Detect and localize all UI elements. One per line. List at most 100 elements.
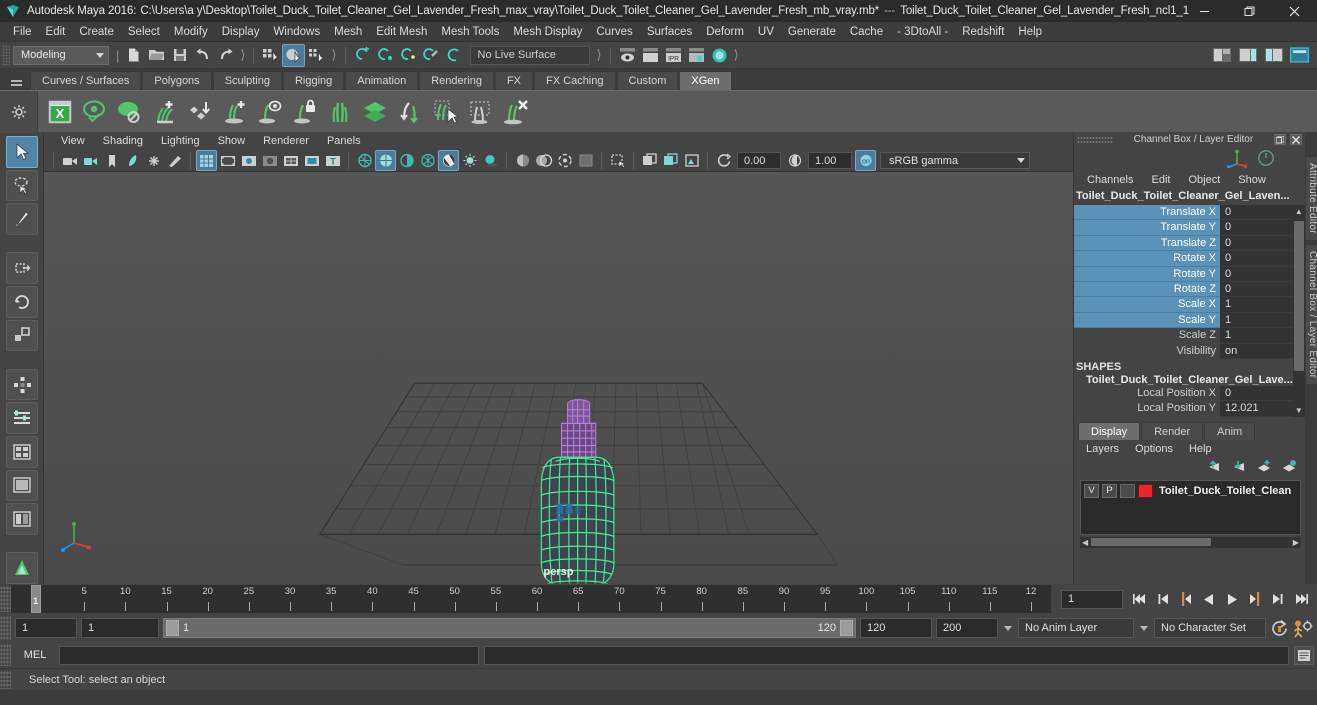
layer-list-horizontal-scrollbar[interactable]: ◀ ▶ [1080, 536, 1301, 548]
texture-icon[interactable] [513, 151, 532, 170]
resolution-gate-icon[interactable] [239, 151, 258, 170]
menu-mesh[interactable]: Mesh [327, 22, 369, 42]
last-tool[interactable] [5, 368, 38, 401]
channel-value[interactable]: 1 [1220, 328, 1293, 344]
tab-anim[interactable]: Anim [1204, 421, 1256, 440]
anim-layer-selector[interactable]: No Anim Layer [1018, 618, 1134, 638]
shadows-icon[interactable] [481, 151, 500, 170]
show-hide-channel-box-icon[interactable] [1289, 44, 1310, 65]
lasso-select-tool[interactable] [5, 169, 38, 202]
viewport-menu-shading[interactable]: Shading [94, 132, 152, 150]
select-by-object-icon[interactable] [282, 43, 306, 67]
scroll-left-arrow-icon[interactable]: ◀ [1082, 538, 1088, 547]
color-management-toggle-icon[interactable]: on [855, 150, 876, 171]
channelbox-menu-show[interactable]: Show [1229, 171, 1275, 190]
select-by-hierarchy-icon[interactable] [260, 45, 281, 66]
xgen-layers-icon[interactable] [359, 96, 391, 128]
character-set-selector[interactable]: No Character Set [1154, 618, 1266, 638]
bookmark-icon[interactable] [102, 151, 121, 170]
menu-mesh-display[interactable]: Mesh Display [506, 22, 589, 42]
channel-row-scale-x[interactable]: Scale X 1 [1074, 297, 1293, 313]
channel-value[interactable]: 0 [1220, 220, 1293, 236]
range-slider-grip[interactable] [0, 616, 11, 640]
hypershade-icon[interactable] [709, 45, 730, 66]
help-line-grip[interactable] [0, 670, 11, 689]
maximize-restore-button[interactable] [1227, 0, 1272, 22]
shelf-tab-fx[interactable]: FX [494, 71, 534, 90]
exposure-icon[interactable] [714, 151, 733, 170]
camera-attributes-icon[interactable] [81, 151, 100, 170]
layer-menu-options[interactable]: Options [1127, 440, 1181, 458]
tab-display[interactable]: Display [1078, 421, 1141, 440]
command-input-field[interactable] [59, 645, 479, 665]
play-backwards-icon[interactable] [1198, 589, 1219, 609]
safe-title-icon[interactable]: T [323, 151, 342, 170]
film-gate-icon[interactable] [218, 151, 237, 170]
channel-row-translate-x[interactable]: Translate X 0 [1074, 205, 1293, 221]
move-layer-up-icon[interactable] [1206, 459, 1222, 476]
layer-menu-layers[interactable]: Layers [1078, 440, 1127, 458]
menu-mesh-tools[interactable]: Mesh Tools [434, 22, 506, 42]
layer-color-swatch[interactable] [1138, 483, 1153, 498]
viewport-menu-renderer[interactable]: Renderer [254, 132, 318, 150]
scroll-down-arrow-icon[interactable]: ▼ [1293, 404, 1305, 417]
panel-drag-handle[interactable] [1077, 135, 1113, 144]
snap-to-grid-icon[interactable] [352, 45, 373, 66]
shelf-tab-rigging[interactable]: Rigging [282, 71, 345, 90]
shelf-tab-animation[interactable]: Animation [345, 71, 419, 90]
step-back-frame-icon[interactable] [1175, 589, 1196, 609]
shelf-tab-custom[interactable]: Custom [616, 71, 679, 90]
scale-tool[interactable] [5, 319, 38, 352]
new-scene-icon[interactable] [123, 45, 144, 66]
scroll-right-arrow-icon[interactable]: ▶ [1293, 538, 1299, 547]
tab-render[interactable]: Render [1141, 421, 1204, 440]
channel-value[interactable]: 0 [1220, 205, 1293, 221]
sidetab-attribute-editor[interactable]: Attribute Editor [1304, 156, 1317, 241]
lights-icon[interactable] [460, 151, 479, 170]
go-to-end-icon[interactable] [1290, 589, 1311, 609]
hscrollbar-thumb[interactable] [1091, 538, 1212, 547]
channel-row-local-position-x[interactable]: Local Position X 0 [1074, 385, 1293, 402]
redo-icon[interactable] [215, 45, 236, 66]
sidetab-channel-box-layer-editor[interactable]: Channel Box / Layer Editor [1304, 243, 1317, 386]
image-plane-icon[interactable] [123, 151, 142, 170]
panel-copy-2-icon[interactable] [661, 151, 680, 170]
smooth-shade-all-icon[interactable] [375, 150, 396, 171]
menu-edit-mesh[interactable]: Edit Mesh [369, 22, 434, 42]
menu-generate[interactable]: Generate [781, 22, 843, 42]
shelf-tab-fx-caching[interactable]: FX Caching [534, 71, 616, 90]
exposure-value-field[interactable]: 0.00 [737, 152, 781, 169]
step-forward-keyframe-icon[interactable] [1267, 589, 1288, 609]
render-settings-icon[interactable] [686, 45, 707, 66]
close-icon[interactable] [1289, 134, 1302, 145]
move-tool[interactable] [5, 252, 38, 284]
auto-keyframe-icon[interactable] [1270, 619, 1289, 638]
viewport-menu-panels[interactable]: Panels [318, 132, 370, 150]
new-layer-from-selected-icon[interactable] [1281, 459, 1297, 476]
xgen-add-description-icon[interactable] [149, 96, 181, 128]
playback-end-time-field[interactable]: 120 [860, 618, 932, 638]
xgen-delete-icon[interactable] [499, 96, 531, 128]
xgen-window-icon[interactable]: X [44, 96, 76, 128]
viewport-menu-lighting[interactable]: Lighting [152, 132, 209, 150]
status-line-grip[interactable] [2, 45, 10, 65]
xgen-import-collection-icon[interactable] [184, 96, 216, 128]
channel-value[interactable]: 1 [1220, 297, 1293, 313]
panel-copy-icon[interactable] [640, 151, 659, 170]
menu-file[interactable]: File [6, 22, 39, 42]
xgen-preview-icon[interactable] [79, 96, 111, 128]
current-frame-field[interactable]: 1 [1061, 589, 1123, 609]
grid-icon[interactable] [196, 150, 217, 171]
menu-display[interactable]: Display [215, 22, 267, 42]
xgen-eye-guide-icon[interactable] [254, 96, 286, 128]
xgen-split-guide-icon[interactable] [324, 96, 356, 128]
gamma-value-field[interactable]: 1.00 [808, 152, 852, 169]
render-view-icon[interactable] [617, 45, 638, 66]
minimize-button[interactable] [1182, 0, 1227, 22]
range-end-handle[interactable] [840, 620, 853, 636]
close-button[interactable] [1272, 0, 1317, 22]
wireframe-icon[interactable] [355, 151, 374, 170]
single-perspective-layout[interactable] [5, 469, 38, 502]
menu-surfaces[interactable]: Surfaces [640, 22, 699, 42]
xgen-disable-preview-icon[interactable] [114, 96, 146, 128]
